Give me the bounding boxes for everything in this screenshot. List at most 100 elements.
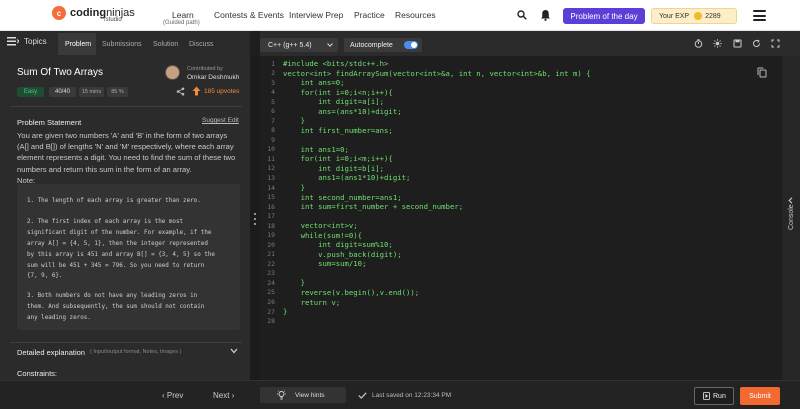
code-line[interactable]: return v; [283, 298, 341, 307]
nav-practice[interactable]: Practice [354, 10, 385, 20]
code-line[interactable]: int digit=a[i]; [283, 97, 384, 106]
line-number: 8 [271, 126, 275, 135]
code-line[interactable]: int first_number=ans; [283, 126, 393, 135]
note-line: any leading zeros. [27, 315, 91, 321]
time-badge: 15 mins [79, 87, 104, 97]
divider [10, 342, 242, 343]
detailed-explanation-toggle[interactable]: Detailed explanation [17, 348, 85, 357]
copy-icon[interactable] [757, 67, 767, 78]
line-number: 4 [271, 88, 275, 97]
theme-sun-icon[interactable] [713, 39, 722, 48]
submit-button[interactable]: Submit [740, 387, 780, 405]
difficulty-badge: Easy [17, 87, 44, 97]
code-line[interactable]: int sum=first_number + second_number; [283, 202, 464, 211]
last-saved-status: Last saved on 12:23:34 PM [372, 392, 452, 399]
nav-contests[interactable]: Contests & Events [214, 10, 284, 20]
reset-icon[interactable] [752, 39, 761, 48]
lightbulb-icon [277, 390, 286, 400]
console-label[interactable]: Console [788, 204, 795, 230]
coin-icon [694, 12, 703, 20]
code-line[interactable]: } [283, 307, 287, 316]
tab-discuss[interactable]: Discuss [189, 41, 214, 48]
note-line: significant digit of the number. For exa… [27, 230, 212, 236]
view-hints-button[interactable]: View hints [260, 387, 346, 403]
tab-submissions[interactable]: Submissions [102, 41, 142, 48]
check-icon [358, 392, 367, 399]
nav-resources[interactable]: Resources [395, 10, 436, 20]
prev-button[interactable]: ‹ Prev [162, 391, 183, 400]
fullscreen-icon[interactable] [771, 39, 780, 48]
code-line[interactable]: } [283, 278, 305, 287]
tab-solution[interactable]: Solution [153, 41, 178, 48]
line-number: 14 [267, 183, 275, 192]
note-line: by this array is 451 and array B[] = {3,… [27, 252, 215, 258]
contributor-name[interactable]: Omkar Deshmukh [187, 74, 239, 81]
autocomplete-toggle[interactable] [404, 41, 418, 49]
line-number: 18 [267, 221, 275, 230]
nav-interview-prep[interactable]: Interview Prep [289, 10, 343, 20]
line-number: 28 [267, 317, 275, 326]
code-line[interactable]: int second_number=ans1; [283, 193, 402, 202]
line-number: 19 [267, 231, 275, 240]
suggest-edit-link[interactable]: Suggest Edit [202, 117, 239, 124]
save-icon[interactable] [733, 39, 742, 48]
topics-button[interactable]: Topics [7, 37, 47, 46]
drag-handle-icon[interactable] [254, 213, 257, 228]
logo[interactable]: c codingninjas [52, 6, 135, 20]
note-line: 1. The length of each array is greater t… [27, 198, 201, 204]
search-icon[interactable] [517, 10, 527, 20]
code-line[interactable]: int ans=0; [283, 78, 345, 87]
nav-learn[interactable]: Learn [172, 10, 194, 20]
note-line: array A[] = {4, 5, 1}, then the integer … [27, 241, 208, 247]
code-line[interactable]: } [283, 183, 305, 192]
chevron-left-icon[interactable] [788, 197, 793, 204]
code-line[interactable]: for(int i=0;i<n;i++){ [283, 88, 393, 97]
code-line[interactable]: reverse(v.begin(),v.end()); [283, 288, 420, 297]
divider [10, 106, 242, 107]
timer-icon[interactable] [694, 39, 703, 48]
code-line[interactable]: ans=(ans*10)+digit; [283, 107, 401, 116]
code-line[interactable]: while(sum!=0){ [283, 231, 363, 240]
topics-menu-icon [7, 37, 19, 46]
problem-statement-heading: Problem Statement [17, 118, 82, 127]
upvote-icon[interactable] [192, 86, 201, 96]
code-line[interactable]: #include <bits/stdc++.h> [283, 59, 388, 68]
code-line[interactable]: sum=sum/10; [283, 259, 366, 268]
exp-value: 2289 [705, 12, 721, 20]
problem-of-the-day-button[interactable]: Problem of the day [563, 8, 645, 24]
detailed-explanation-subtitle: ( Input/output format, Notes, Images ) [90, 349, 182, 355]
line-number: 24 [267, 278, 275, 287]
logo-subtitle: /studio [104, 17, 122, 23]
code-line[interactable]: vector<int> findArraySum(vector<int>&a, … [283, 69, 591, 78]
code-line[interactable]: int ans1=0; [283, 145, 349, 154]
note-line: sum will be 451 + 345 = 796. So you need… [27, 263, 205, 269]
exp-badge[interactable]: Your EXP 2289 [651, 8, 737, 24]
next-button[interactable]: Next › [213, 391, 234, 400]
code-line[interactable]: } [283, 116, 305, 125]
code-line[interactable]: int digit=b[i]; [283, 164, 384, 173]
code-line[interactable]: vector<int>v; [283, 221, 358, 230]
code-line[interactable]: v.push_back(digit); [283, 250, 401, 259]
line-number: 22 [267, 259, 275, 268]
problem-title: Sum Of Two Arrays [17, 67, 103, 78]
line-number: 10 [267, 145, 275, 154]
line-number: 23 [267, 269, 275, 278]
code-line[interactable]: ans1=(ans1*10)+digit; [283, 173, 410, 182]
note-line: {7, 9, 6}. [27, 273, 63, 279]
nav-learn-sub: (Guided path) [163, 20, 200, 26]
code-line[interactable]: int digit=sum%10; [283, 240, 393, 249]
code-line[interactable]: for(int i=0;i<m;i++){ [283, 154, 393, 163]
chevron-down-icon[interactable] [230, 348, 238, 354]
run-button[interactable]: Run [694, 387, 734, 405]
line-number: 13 [267, 173, 275, 182]
tab-problem[interactable]: Problem [65, 41, 91, 48]
constraints-heading: Constraints: [17, 369, 58, 378]
chevron-down-icon [327, 43, 333, 47]
hamburger-menu-icon[interactable] [753, 10, 766, 21]
line-number: 27 [267, 307, 275, 316]
share-icon[interactable] [176, 87, 185, 96]
note-line: them. And subsequently, the sum should n… [27, 304, 205, 310]
line-number: 5 [271, 97, 275, 106]
bell-icon[interactable] [540, 9, 551, 21]
line-number: 11 [267, 154, 275, 163]
